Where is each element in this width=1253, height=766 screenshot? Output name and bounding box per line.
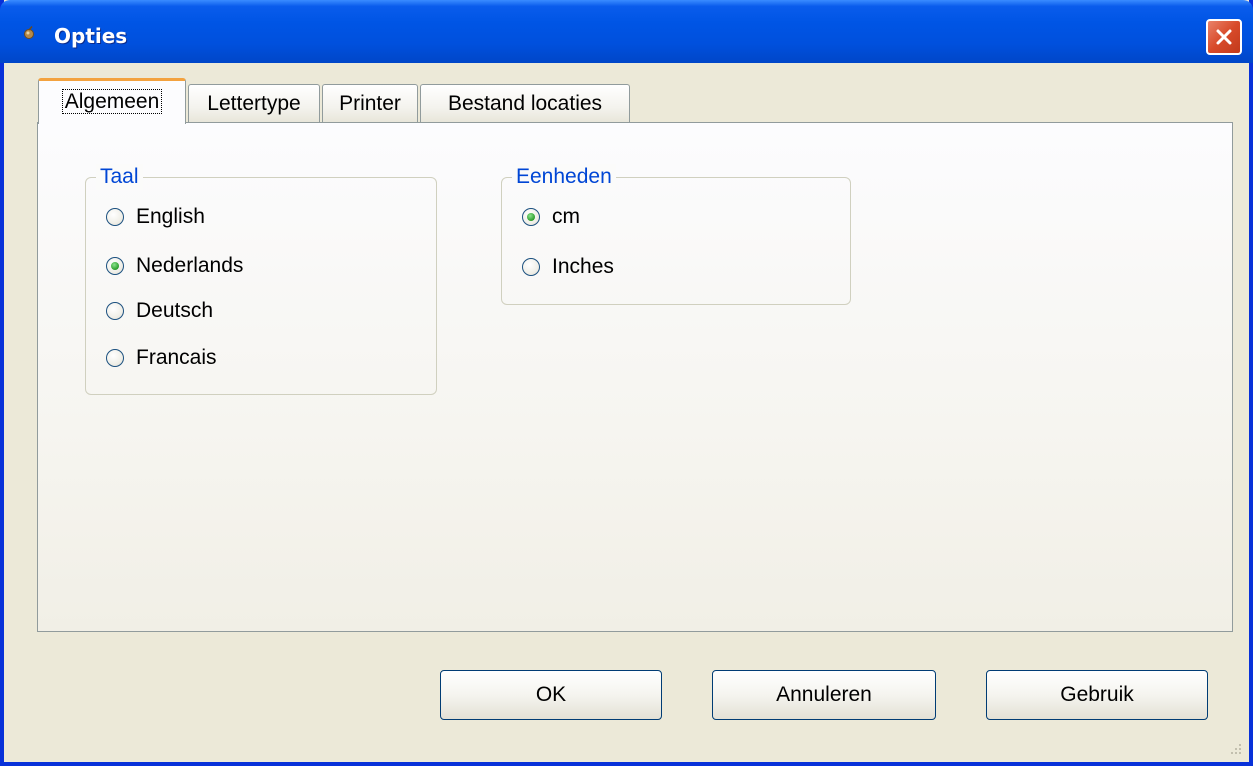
cancel-button[interactable]: Annuleren: [712, 670, 936, 720]
window-title: Opties: [54, 24, 128, 48]
radio-label: Deutsch: [136, 299, 214, 322]
radio-cm[interactable]: cm: [522, 204, 580, 230]
radio-label: Francais: [136, 346, 217, 369]
radio-button[interactable]: [106, 349, 124, 367]
tab-label: Bestand locaties: [447, 92, 603, 115]
radio-english[interactable]: English: [106, 204, 205, 230]
tab-bestand-locaties[interactable]: Bestand locaties: [420, 84, 630, 122]
radio-label: cm: [552, 205, 580, 228]
radio-button[interactable]: [106, 257, 124, 275]
app-icon: [24, 26, 34, 39]
options-dialog: Opties Algemeen Lettertype Printer Besta…: [0, 0, 1253, 766]
tab-printer[interactable]: Printer: [322, 84, 418, 122]
tab-panel-algemeen: Taal English Nederlands Deutsch Francais…: [37, 122, 1233, 632]
tab-lettertype[interactable]: Lettertype: [188, 84, 320, 122]
ok-button[interactable]: OK: [440, 670, 662, 720]
radio-button[interactable]: [522, 258, 540, 276]
tab-label: Printer: [339, 92, 401, 115]
close-icon: [1216, 29, 1232, 45]
radio-button[interactable]: [106, 302, 124, 320]
radio-deutsch[interactable]: Deutsch: [106, 298, 213, 324]
radio-label: Inches: [552, 255, 614, 278]
tab-label: Lettertype: [207, 92, 301, 115]
radio-label: Nederlands: [136, 254, 244, 277]
tab-algemeen[interactable]: Algemeen: [38, 78, 186, 124]
tab-label: Algemeen: [61, 89, 163, 114]
resize-grip-icon[interactable]: [1227, 740, 1243, 756]
radio-button[interactable]: [106, 208, 124, 226]
radio-inches[interactable]: Inches: [522, 254, 614, 280]
apply-button[interactable]: Gebruik: [986, 670, 1208, 720]
title-bar[interactable]: Opties: [0, 0, 1253, 63]
group-taal: Taal English Nederlands Deutsch Francais: [85, 164, 437, 395]
group-legend-taal: Taal: [96, 164, 143, 190]
group-eenheden: Eenheden cm Inches: [501, 164, 851, 305]
group-legend-eenheden: Eenheden: [512, 164, 616, 190]
radio-francais[interactable]: Francais: [106, 345, 217, 371]
radio-nederlands[interactable]: Nederlands: [106, 253, 243, 279]
radio-label: English: [136, 205, 205, 228]
close-button[interactable]: [1206, 19, 1242, 55]
radio-button[interactable]: [522, 208, 540, 226]
